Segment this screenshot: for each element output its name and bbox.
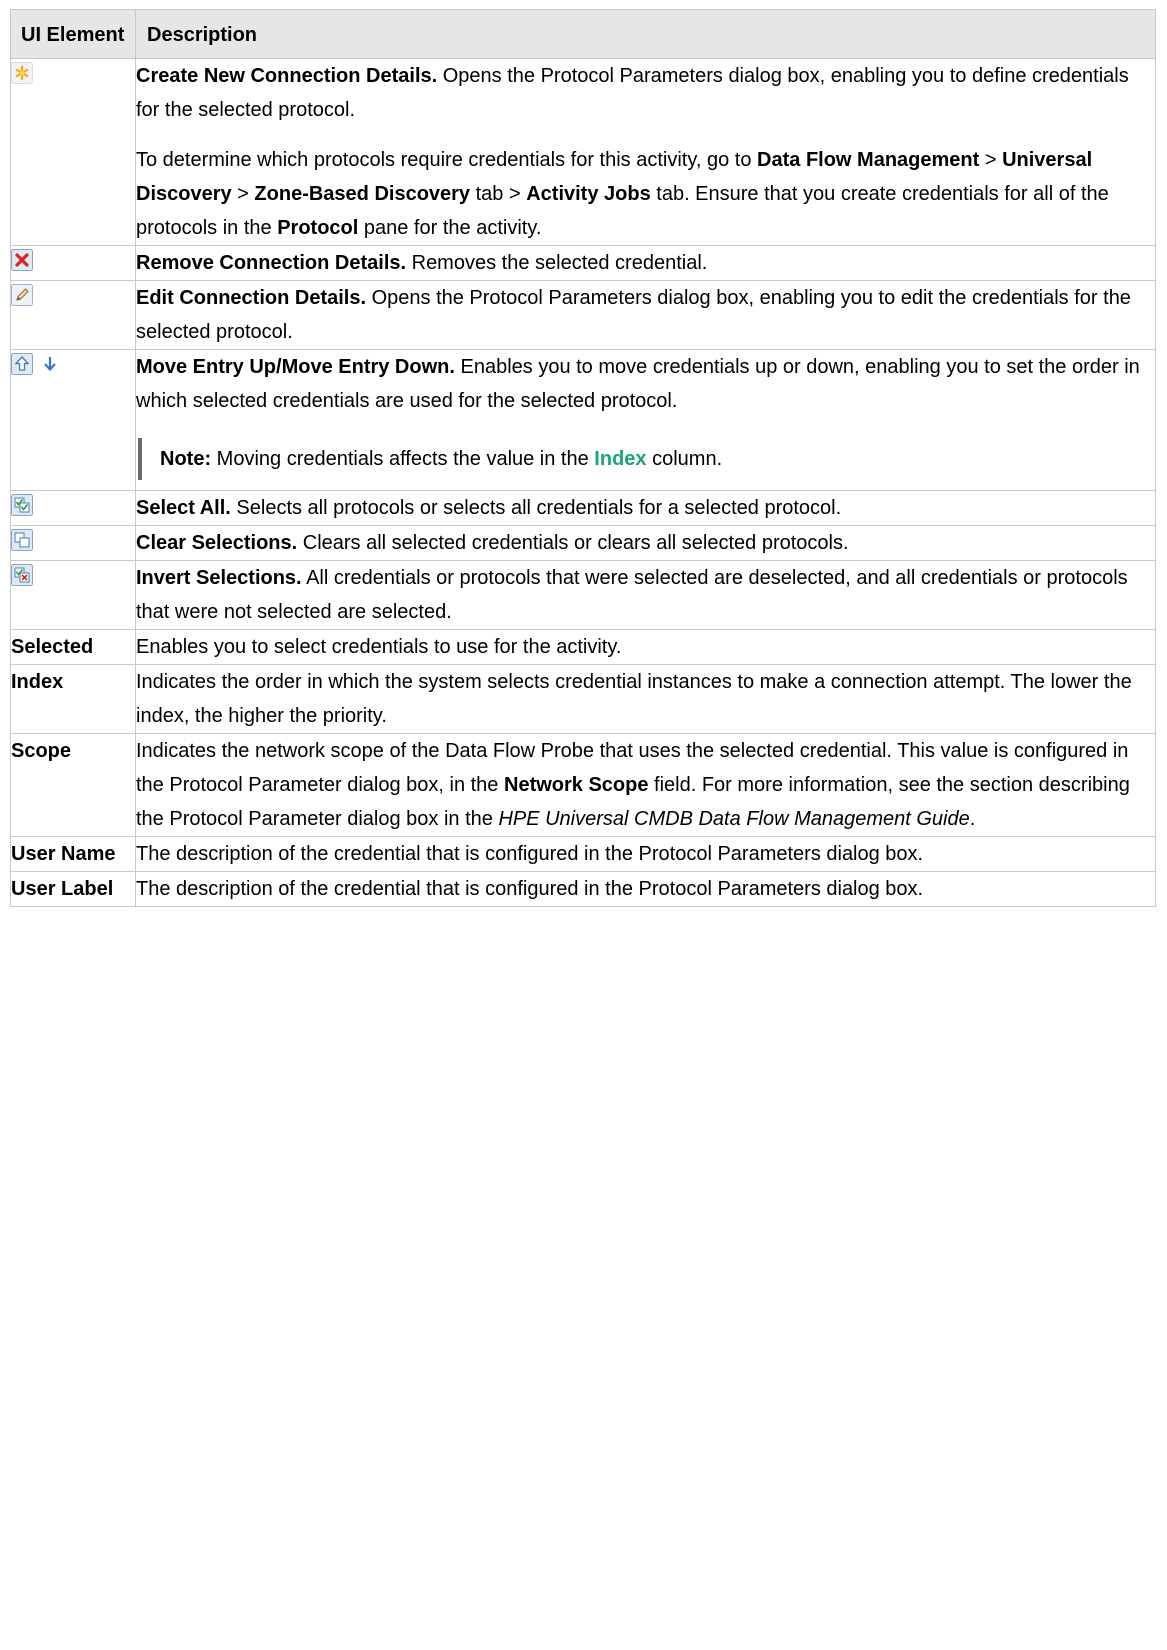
term-label: Create New Connection Details. — [136, 65, 438, 87]
index-column-highlight: Index — [594, 448, 647, 470]
description-cell: Enables you to select credentials to use… — [135, 629, 1156, 665]
description-paragraph: Remove Connection Details. Removes the s… — [136, 246, 1155, 280]
note-label: Note: — [160, 448, 212, 470]
description-cell: Remove Connection Details. Removes the s… — [135, 245, 1156, 281]
note-text: column. — [646, 448, 723, 470]
description-paragraph: Create New Connection Details. Opens the… — [136, 59, 1155, 127]
guide-title: HPE Universal CMDB Data Flow Management … — [498, 808, 970, 830]
description-paragraph: Invert Selections. All credentials or pr… — [136, 561, 1155, 629]
description-text: To determine which protocols require cre… — [136, 149, 758, 171]
nav-path-term: Zone-Based Discovery — [254, 183, 471, 205]
column-header-ui-element: UI Element — [10, 9, 136, 59]
description-paragraph: Clear Selections. Clears all selected cr… — [136, 526, 1155, 560]
description-cell: Clear Selections. Clears all selected cr… — [135, 525, 1156, 561]
clear-selections-icon — [11, 528, 33, 551]
description-text: Selects all protocols or selects all cre… — [230, 497, 842, 519]
move-down-icon — [39, 352, 61, 374]
description-paragraph: Edit Connection Details. Opens the Proto… — [136, 281, 1155, 349]
nav-path-term: Data Flow Management — [757, 149, 980, 171]
ui-elements-table: UI Element Description Create New Connec… — [10, 9, 1156, 907]
description-paragraph: Move Entry Up/Move Entry Down. Enables y… — [136, 350, 1155, 418]
element-cell — [10, 58, 136, 246]
table-row: Invert Selections. All credentials or pr… — [10, 560, 1156, 630]
element-cell — [10, 245, 136, 281]
element-cell — [10, 490, 136, 526]
description-text: tab > — [470, 183, 527, 205]
invert-selections-icon — [11, 563, 33, 586]
description-cell: The description of the credential that i… — [135, 836, 1156, 872]
table-header-row: UI Element Description — [10, 9, 1156, 59]
description-text: Indicates the order in which the system … — [136, 671, 1132, 727]
table-row: Scope Indicates the network scope of the… — [10, 733, 1156, 837]
term-label: Edit Connection Details. — [136, 287, 367, 309]
nav-path-term: Activity Jobs — [526, 183, 651, 205]
description-paragraph: To determine which protocols require cre… — [136, 143, 1155, 245]
note-callout: Note: Moving credentials affects the val… — [138, 438, 1155, 480]
term-label: Clear Selections. — [136, 532, 298, 554]
table-row: User Label The description of the creden… — [10, 871, 1156, 907]
term-label: Remove Connection Details. — [136, 252, 407, 274]
element-name: User Label — [10, 871, 136, 907]
description-cell: Indicates the order in which the system … — [135, 664, 1156, 734]
description-text: Enables you to select credentials to use… — [136, 636, 622, 658]
table-row: Move Entry Up/Move Entry Down. Enables y… — [10, 349, 1156, 491]
description-text: The description of the credential that i… — [136, 843, 924, 865]
element-name: Index — [10, 664, 136, 734]
remove-x-icon — [11, 248, 33, 271]
table-row: Remove Connection Details. Removes the s… — [10, 245, 1156, 281]
table-row: User Name The description of the credent… — [10, 836, 1156, 872]
description-text: Removes the selected credential. — [406, 252, 708, 274]
description-text: > — [979, 149, 1003, 171]
term-label: Move Entry Up/Move Entry Down. — [136, 356, 455, 378]
description-text: > — [231, 183, 255, 205]
description-cell: Move Entry Up/Move Entry Down. Enables y… — [135, 349, 1156, 491]
term-label: Select All. — [136, 497, 231, 519]
description-text: pane for the activity. — [358, 217, 542, 239]
term-label: Invert Selections. — [136, 567, 302, 589]
note-text: Moving credentials affects the value in … — [211, 448, 595, 470]
element-cell — [10, 525, 136, 561]
description-cell: Invert Selections. All credentials or pr… — [135, 560, 1156, 630]
pane-term: Protocol — [277, 217, 359, 239]
table-row: Create New Connection Details. Opens the… — [10, 58, 1156, 246]
table-row: Selected Enables you to select credentia… — [10, 629, 1156, 665]
description-text: . — [969, 808, 976, 830]
description-cell: Select All. Selects all protocols or sel… — [135, 490, 1156, 526]
edit-pencil-icon — [11, 283, 33, 306]
description-paragraph: Indicates the network scope of the Data … — [136, 734, 1155, 836]
element-name: User Name — [10, 836, 136, 872]
element-cell — [10, 280, 136, 350]
table-row: Clear Selections. Clears all selected cr… — [10, 525, 1156, 561]
description-cell: Create New Connection Details. Opens the… — [135, 58, 1156, 246]
move-up-icon — [11, 352, 33, 375]
column-header-description: Description — [135, 9, 1156, 59]
description-cell: The description of the credential that i… — [135, 871, 1156, 907]
element-cell — [10, 349, 136, 491]
new-star-icon — [11, 61, 33, 84]
description-cell: Edit Connection Details. Opens the Proto… — [135, 280, 1156, 350]
description-text: Clears all selected credentials or clear… — [297, 532, 849, 554]
select-all-icon — [11, 493, 33, 516]
description-text: The description of the credential that i… — [136, 878, 924, 900]
field-term: Network Scope — [504, 774, 649, 796]
description-paragraph: Select All. Selects all protocols or sel… — [136, 491, 1155, 525]
table-row: Index Indicates the order in which the s… — [10, 664, 1156, 734]
element-cell — [10, 560, 136, 630]
description-cell: Indicates the network scope of the Data … — [135, 733, 1156, 837]
table-row: Select All. Selects all protocols or sel… — [10, 490, 1156, 526]
element-name: Selected — [10, 629, 136, 665]
element-name: Scope — [10, 733, 136, 837]
table-row: Edit Connection Details. Opens the Proto… — [10, 280, 1156, 350]
